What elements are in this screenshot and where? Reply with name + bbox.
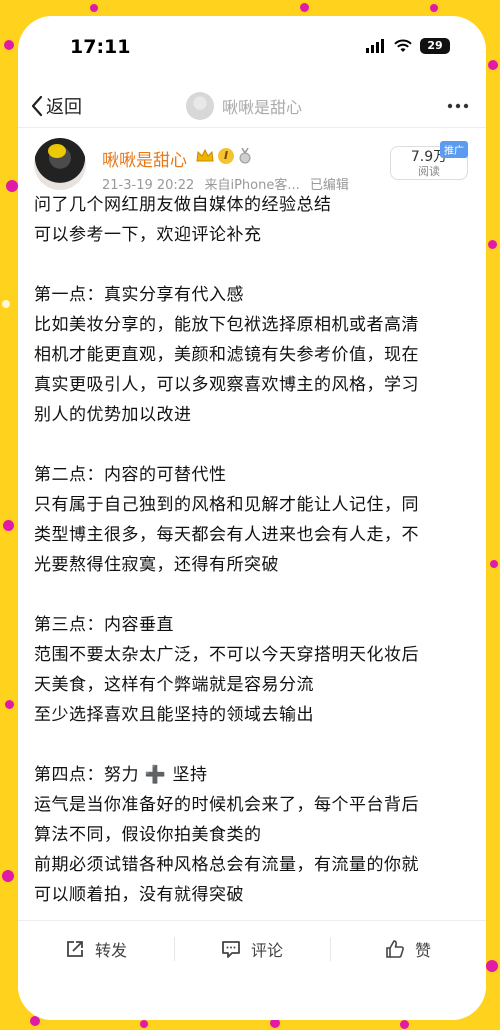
level-badge: I (218, 148, 235, 164)
crown-icon (196, 148, 214, 162)
post-text-line: 真实更吸引人，可以多观察喜欢博主的风格，学习 (34, 375, 419, 395)
nav-title[interactable]: 啾啾是甜心 (186, 92, 302, 120)
nav-avatar (186, 92, 214, 120)
status-bar: 17:11 29 (18, 16, 486, 78)
post-text-line: 第一点：真实分享有代入感 (34, 285, 244, 305)
repost-icon (67, 940, 83, 957)
post-header: 啾啾是甜心 I 21-3-19 20:22 来自iPhone客... 已编辑 推… (18, 128, 486, 198)
back-label: 返回 (46, 97, 82, 118)
post-text-line: 第三点：内容垂直 (34, 615, 174, 635)
post-text-line: 运气是当你准备好的时候机会来了，每个平台背后 (34, 795, 419, 815)
comment-label: 评论 (250, 940, 283, 960)
post-paragraph: 问了几个网红朋友做自媒体的经验总结 可以参考一下，欢迎评论补充 (34, 190, 474, 250)
like-button[interactable]: 赞 (330, 921, 486, 976)
repost-label: 转发 (94, 940, 127, 960)
promo-tag: 推广 (440, 141, 468, 158)
post-text-line: 算法不同，假设你拍美食类的 (34, 825, 262, 845)
home-area (18, 976, 486, 1020)
status-icons: 29 (366, 38, 450, 54)
more-button[interactable] (446, 94, 470, 122)
post-paragraph: 第一点：真实分享有代入感比如美妆分享的，能放下包袱选择原相机或者高清 相机才能更直… (34, 280, 474, 430)
medal-icon (239, 148, 251, 164)
signal-icon (366, 39, 384, 53)
post-body: 问了几个网红朋友做自媒体的经验总结 可以参考一下，欢迎评论补充 第一点：真实分享有代… (34, 190, 474, 1020)
post-text-line: 范围不要太杂太广泛，不可以今天穿搭明天化妆后 (34, 645, 419, 665)
status-time: 17:11 (70, 36, 131, 58)
post-text-line: 可以顺着拍，没有就得突破 (34, 885, 244, 905)
post-paragraph: 第三点：内容垂直范围不要太杂太广泛，不可以今天穿搭明天化妆后 天美食，这样有个弊端… (34, 610, 474, 730)
post-text-line: 只有属于自己独到的风格和见解才能让人记住，同 (34, 495, 419, 515)
battery-indicator: 29 (420, 38, 450, 54)
post-text-line: 至少选择喜欢且能坚持的领域去输出 (34, 705, 314, 725)
post-text-line: 第二点：内容的可替代性 (34, 465, 227, 485)
chevron-left-icon (31, 95, 43, 117)
views-label: 阅读 (418, 165, 440, 178)
post-text-line: 比如美妆分享的，能放下包袱选择原相机或者高清 (34, 315, 419, 335)
avatar[interactable] (34, 138, 86, 190)
phone-screen: 17:11 29 返回 啾啾是甜心 啾啾是甜心 I 21-3-19 20:22 … (18, 16, 486, 1020)
avatar-decoration (48, 144, 66, 158)
post-text-line: 可以参考一下，欢迎评论补充 (34, 225, 262, 245)
post-text-line: 问了几个网红朋友做自媒体的经验总结 (34, 195, 332, 215)
action-bar: 转发 评论 赞 (18, 920, 486, 976)
comment-icon (222, 940, 240, 958)
post-text-line: 光要熬得住寂寞，还得有所突破 (34, 555, 279, 575)
repost-button[interactable]: 转发 (18, 921, 174, 976)
like-label: 赞 (414, 940, 431, 960)
views-counter[interactable]: 推广 7.9万 阅读 (390, 141, 468, 180)
post-text-line: 第四点：努力 ➕ 坚持 (34, 765, 208, 785)
comment-button[interactable]: 评论 (174, 921, 330, 976)
post-text-line: 相机才能更直观，美颜和滤镜有失参考价值，现在 (34, 345, 419, 365)
thumbs-up-icon (386, 939, 404, 958)
author-name[interactable]: 啾啾是甜心 (102, 146, 187, 171)
post-text-line: 天美食，这样有个弊端就是容易分流 (34, 675, 314, 695)
post-text-line: 别人的优势加以改进 (34, 405, 192, 425)
nav-bar: 返回 啾啾是甜心 (18, 84, 486, 128)
wifi-icon (394, 39, 412, 52)
post-text-line: 前期必须试错各种风格总会有流量，有流量的你就 (34, 855, 419, 875)
vip-badges: I (196, 148, 252, 164)
back-button[interactable]: 返回 (30, 92, 82, 120)
post-paragraph: 第二点：内容的可替代性只有属于自己独到的风格和见解才能让人记住，同 类型博主很多，… (34, 460, 474, 580)
post-paragraph: 第四点：努力 ➕ 坚持运气是当你准备好的时候机会来了，每个平台背后 算法不同，假设… (34, 760, 474, 910)
more-dots-icon (447, 103, 469, 109)
nav-title-text: 啾啾是甜心 (222, 98, 303, 117)
post-text-line: 类型博主很多，每天都会有人进来也会有人走，不 (34, 525, 419, 545)
